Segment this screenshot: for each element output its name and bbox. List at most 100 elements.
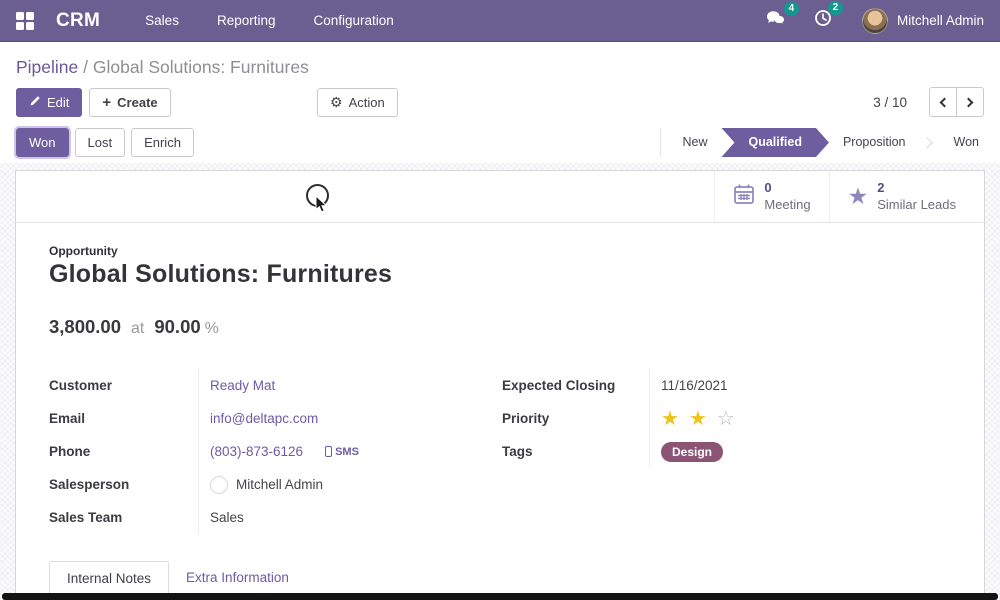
- percent-sign: %: [205, 320, 219, 338]
- screen-bottom-bar: [2, 593, 998, 600]
- sms-button[interactable]: SMS: [325, 446, 359, 458]
- priority-star-2-icon[interactable]: ★: [689, 409, 709, 429]
- tab-internal-notes[interactable]: Internal Notes: [49, 561, 169, 596]
- app-brand[interactable]: CRM: [56, 10, 100, 32]
- field-row-customer: Customer Ready Mat: [49, 369, 502, 402]
- fields-grid: Customer Ready Mat Email info@deltapc.co…: [49, 369, 951, 534]
- priority-label: Priority: [502, 411, 649, 426]
- won-button[interactable]: Won: [16, 128, 69, 157]
- plus-icon: +: [102, 95, 111, 110]
- field-row-tags: Tags Design: [502, 435, 951, 468]
- user-name: Mitchell Admin: [897, 13, 984, 28]
- sales-team-value[interactable]: Sales: [210, 510, 244, 525]
- stage-statusbar: New Qualified Proposition Won: [660, 128, 1000, 157]
- create-button[interactable]: + Create: [89, 88, 170, 117]
- similar-leads-label: Similar Leads: [877, 197, 956, 213]
- priority-star-1-icon[interactable]: ★: [661, 409, 681, 429]
- customer-value-link[interactable]: Ready Mat: [210, 378, 275, 393]
- action-button[interactable]: ⚙ Action: [317, 88, 398, 117]
- phone-value-link[interactable]: (803)-873-6126: [210, 444, 303, 459]
- breadcrumb-separator: /: [78, 57, 93, 77]
- expected-closing-label: Expected Closing: [502, 378, 649, 393]
- gear-icon: ⚙: [330, 95, 343, 109]
- user-avatar: [862, 8, 888, 34]
- form-sheet: Opportunity Global Solutions: Furnitures…: [16, 223, 984, 596]
- status-row: Won Lost Enrich New Qualified Propositio…: [16, 122, 984, 163]
- breadcrumb-pipeline[interactable]: Pipeline: [16, 57, 78, 77]
- pager: 3 / 10: [873, 87, 984, 117]
- expected-revenue-row: 3,800.00 at 90.00 %: [49, 316, 951, 338]
- breadcrumb-current: Global Solutions: Furnitures: [93, 57, 309, 77]
- field-row-expected-closing: Expected Closing 11/16/2021: [502, 369, 951, 402]
- menu-sales[interactable]: Sales: [126, 0, 198, 42]
- tag-design[interactable]: Design: [661, 442, 723, 462]
- similar-leads-stat-button[interactable]: ★ 2 Similar Leads: [829, 171, 974, 222]
- probability-value: 90.00: [154, 316, 200, 338]
- sms-label: SMS: [335, 446, 359, 458]
- phone-label: Phone: [49, 444, 198, 459]
- button-box: 0 Meeting ★ 2 Similar Leads: [16, 171, 984, 223]
- priority-stars: ★ ★ ☆: [649, 402, 951, 435]
- tags-label: Tags: [502, 444, 649, 459]
- stage-qualified[interactable]: Qualified: [721, 128, 828, 157]
- priority-star-3-icon[interactable]: ☆: [717, 409, 737, 429]
- meeting-label: Meeting: [764, 197, 810, 213]
- pencil-icon: [29, 95, 41, 110]
- email-value-link[interactable]: info@deltapc.com: [210, 411, 318, 426]
- stage-proposition[interactable]: Proposition: [822, 128, 927, 157]
- navbar-right: 4 2 Mitchell Admin: [740, 8, 984, 34]
- stage-won[interactable]: Won: [933, 128, 1000, 157]
- pager-next-button[interactable]: [956, 87, 984, 117]
- loading-spinner-cursor: [306, 184, 332, 214]
- lost-button[interactable]: Lost: [75, 128, 126, 157]
- customer-label: Customer: [49, 378, 198, 393]
- messages-badge: 4: [784, 2, 799, 16]
- action-button-label: Action: [349, 95, 385, 110]
- expected-revenue: 3,800.00: [49, 316, 121, 338]
- create-button-label: Create: [117, 95, 157, 110]
- edit-button[interactable]: Edit: [16, 88, 82, 117]
- messages-button[interactable]: 4: [766, 10, 788, 32]
- field-row-sales-team: Sales Team Sales: [49, 501, 502, 534]
- chevron-right-icon: [964, 97, 974, 107]
- enrich-button[interactable]: Enrich: [131, 128, 194, 157]
- at-word: at: [131, 320, 144, 338]
- pager-counter: 3 / 10: [873, 95, 907, 110]
- main-menu: Sales Reporting Configuration: [126, 0, 413, 42]
- form-view-background: 0 Meeting ★ 2 Similar Leads Opportunity …: [0, 163, 1000, 600]
- record-type-label: Opportunity: [49, 244, 951, 258]
- control-panel: Pipeline / Global Solutions: Furnitures …: [0, 42, 1000, 163]
- breadcrumb: Pipeline / Global Solutions: Furnitures: [16, 57, 309, 78]
- star-icon: ★: [848, 185, 869, 208]
- calendar-icon: [733, 183, 755, 210]
- salesperson-value[interactable]: Mitchell Admin: [236, 477, 323, 492]
- similar-leads-count: 2: [877, 180, 956, 196]
- mouse-cursor-icon: [315, 195, 329, 214]
- pager-previous-button[interactable]: [929, 87, 957, 117]
- menu-reporting[interactable]: Reporting: [198, 0, 295, 42]
- expected-closing-value[interactable]: 11/16/2021: [661, 378, 728, 393]
- user-menu[interactable]: Mitchell Admin: [862, 8, 984, 34]
- field-row-priority: Priority ★ ★ ☆: [502, 402, 951, 435]
- meeting-stat-button[interactable]: 0 Meeting: [714, 171, 828, 222]
- email-label: Email: [49, 411, 198, 426]
- field-row-salesperson: Salesperson Mitchell Admin: [49, 468, 502, 501]
- edit-button-label: Edit: [47, 95, 69, 110]
- salesperson-label: Salesperson: [49, 477, 198, 492]
- notebook-tabs: Internal Notes Extra Information: [49, 561, 951, 596]
- field-row-phone: Phone (803)-873-6126 SMS: [49, 435, 502, 468]
- activities-button[interactable]: 2: [814, 9, 832, 32]
- menu-configuration[interactable]: Configuration: [295, 0, 413, 42]
- apps-menu-icon[interactable]: [16, 12, 34, 30]
- mobile-phone-icon: [325, 446, 332, 457]
- chevron-left-icon: [940, 97, 950, 107]
- activities-badge: 2: [828, 1, 843, 15]
- actions-row: Edit + Create ⚙ Action 3 / 10: [16, 82, 984, 122]
- opportunity-title: Global Solutions: Furnitures: [49, 260, 951, 289]
- field-row-email: Email info@deltapc.com: [49, 402, 502, 435]
- meeting-count: 0: [764, 180, 810, 196]
- opportunity-form-card: 0 Meeting ★ 2 Similar Leads Opportunity …: [15, 170, 985, 600]
- sales-team-label: Sales Team: [49, 510, 198, 525]
- stage-new[interactable]: New: [661, 128, 728, 157]
- tab-extra-information[interactable]: Extra Information: [169, 561, 306, 595]
